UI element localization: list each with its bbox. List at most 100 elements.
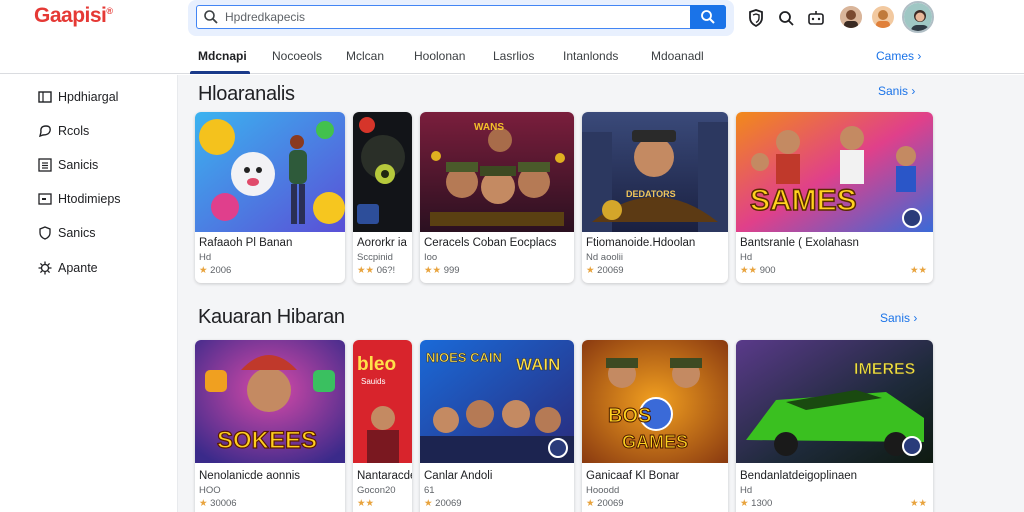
avatar[interactable]	[840, 6, 862, 28]
star-icon: ★	[740, 498, 749, 509]
game-card[interactable]: Rafaaoh Pl Banan Hd ★ 2006	[195, 112, 345, 283]
game-subtitle: HOO	[199, 485, 221, 496]
game-badge-icon	[902, 208, 922, 228]
gear-icon	[38, 261, 52, 275]
game-title: Bantsranle ( Exolahasn	[740, 237, 859, 249]
user-avatar[interactable]	[902, 1, 934, 33]
star-icon: ★	[424, 498, 433, 509]
chat-icon	[39, 125, 51, 138]
star-icon: ★	[586, 265, 595, 276]
star-icon: ★★	[357, 265, 375, 276]
game-rating-secondary: ★★	[910, 498, 927, 509]
shield-icon[interactable]	[746, 8, 766, 28]
tabs-more-link[interactable]: Cames ›	[876, 49, 921, 63]
game-rating: ★★ 999	[424, 265, 460, 276]
art-text: WAIN	[516, 355, 560, 374]
search-input[interactable]	[225, 8, 685, 26]
game-rating: ★ 30006	[199, 498, 237, 509]
sidebar-item[interactable]: Rcols	[38, 121, 89, 141]
art-text: SAMES	[750, 184, 857, 217]
star-icon: ★	[586, 498, 595, 509]
rating-count: 900	[759, 265, 776, 276]
sidebar-item-label: Hpdhiargal	[58, 90, 119, 104]
tab-item[interactable]: Nocoeols	[272, 49, 322, 63]
grid-icon	[38, 158, 52, 172]
section-see-more-link[interactable]: Sanis ›	[878, 84, 915, 98]
game-rating: ★ 2006	[199, 265, 231, 276]
game-title: Rafaaoh Pl Banan	[199, 237, 293, 249]
sidebar-item-label: Apante	[58, 261, 98, 275]
game-card[interactable]: SAMES Bantsranle ( Exolahasn Hd ★★ 900 ★…	[736, 112, 933, 283]
section-more-label: Sanis	[880, 311, 911, 325]
game-card[interactable]: NIOES CAIN WAIN Canlar Andoli 61 ★ 20069	[420, 340, 574, 512]
game-title: Nantaracde	[357, 470, 412, 482]
tab-item[interactable]: Mclcan	[346, 49, 384, 63]
game-card[interactable]: DEDATORS Ftiomanoide.Hdoolan Nd aoolii ★…	[582, 112, 728, 283]
search-submit-icon	[701, 9, 715, 24]
game-art-image: DEDATORS	[582, 112, 728, 232]
game-subtitle: 61	[424, 485, 435, 496]
sidebar-item[interactable]: Apante	[38, 258, 98, 278]
rating-count: 2006	[210, 265, 232, 276]
game-card[interactable]: IMERES Bendanlatdeigoplinaen Hd ★ 1300 ★…	[736, 340, 933, 512]
search-icon	[204, 10, 218, 24]
game-title: Ceracels Coban Eocplacs	[424, 237, 557, 249]
tab-item[interactable]: Lasrlios	[493, 49, 534, 63]
game-art-image	[195, 112, 345, 232]
art-text: GAMES	[622, 432, 688, 452]
search-bar[interactable]	[196, 4, 726, 29]
chevron-right-icon: ›	[913, 311, 918, 325]
main-content: Hloaranalis Sanis › Rafaaoh Pl Banan Hd …	[178, 75, 1024, 512]
logo-text: Gaapisi	[34, 4, 107, 27]
sidebar: Hpdhiargal Rcols Sanicis Htodimieps Sani…	[0, 75, 178, 512]
rating-count: 999	[443, 265, 460, 276]
sidebar-item[interactable]: Sanics	[38, 223, 96, 243]
search-button[interactable]	[690, 4, 726, 29]
game-art-image: WANS	[420, 112, 574, 232]
avatar-person-icon	[872, 6, 894, 28]
search-header-icon[interactable]	[776, 8, 796, 28]
game-card[interactable]: bleo Sauids Nantaracde Gocon20 ★★	[353, 340, 412, 512]
tab-item[interactable]: Hoolonan	[414, 49, 465, 63]
tab-item[interactable]: Mdoanadl	[651, 49, 704, 63]
avatar[interactable]	[872, 6, 894, 28]
game-title: Ftiomanoide.Hdoolan	[586, 237, 696, 249]
active-tab-indicator	[190, 71, 250, 74]
game-title: Aororkr ia	[357, 237, 407, 249]
sidebar-item[interactable]: Hpdhiargal	[38, 87, 118, 107]
logo-mark-icon: ®	[106, 6, 113, 16]
tab-item[interactable]: Intanlonds	[563, 49, 618, 63]
game-rating: ★ 20069	[586, 498, 624, 509]
game-art-image: SOKEES	[195, 340, 345, 463]
game-card[interactable]: WANS Ceracels Coban Eocplacs Ioo ★★ 999	[420, 112, 574, 283]
art-text: NIOES CAIN	[426, 350, 502, 365]
section-title: Hloaranalis	[198, 83, 295, 105]
game-card[interactable]: Aororkr ia Sccpinid ★★ 06?!	[353, 112, 412, 283]
section-title: Kauaran Hibaran	[198, 306, 345, 328]
game-card[interactable]: BOS GAMES Ganicaaf Kl Bonar Hooodd ★ 200…	[582, 340, 728, 512]
sidebar-item-label: Rcols	[58, 124, 90, 138]
game-rating: ★ 20069	[586, 265, 624, 276]
game-card[interactable]: SOKEES Nenolanicde aonnis HOO ★ 30006	[195, 340, 345, 512]
game-controller-icon[interactable]	[806, 8, 826, 28]
sidebar-item[interactable]: Htodimieps	[38, 189, 121, 209]
game-badge-icon	[548, 438, 568, 458]
sidebar-item[interactable]: Sanicis	[38, 155, 98, 175]
star-icon: ★★	[740, 265, 758, 276]
section-see-more-link[interactable]: Sanis ›	[880, 311, 917, 325]
game-rating: ★ 1300	[740, 498, 772, 509]
avatar-person-icon	[904, 3, 932, 31]
star-icon: ★	[199, 498, 208, 509]
tab-home[interactable]: Mdcnapi	[198, 49, 247, 63]
art-text: DEDATORS	[626, 189, 676, 199]
art-text: WANS	[474, 122, 504, 133]
top-bar: Gaapisi®	[0, 0, 1024, 38]
app-logo[interactable]: Gaapisi®	[34, 4, 113, 28]
game-rating: ★★ 900	[740, 265, 776, 276]
game-title: Ganicaaf Kl Bonar	[586, 470, 680, 482]
sidebar-item-label: Sanics	[58, 226, 96, 240]
game-badge-icon	[902, 436, 922, 456]
star-icon: ★★	[357, 498, 375, 509]
game-art-image	[353, 112, 412, 232]
category-tabs: Mdcnapi Nocoeols Mclcan Hoolonan Lasrlio…	[0, 38, 1024, 74]
